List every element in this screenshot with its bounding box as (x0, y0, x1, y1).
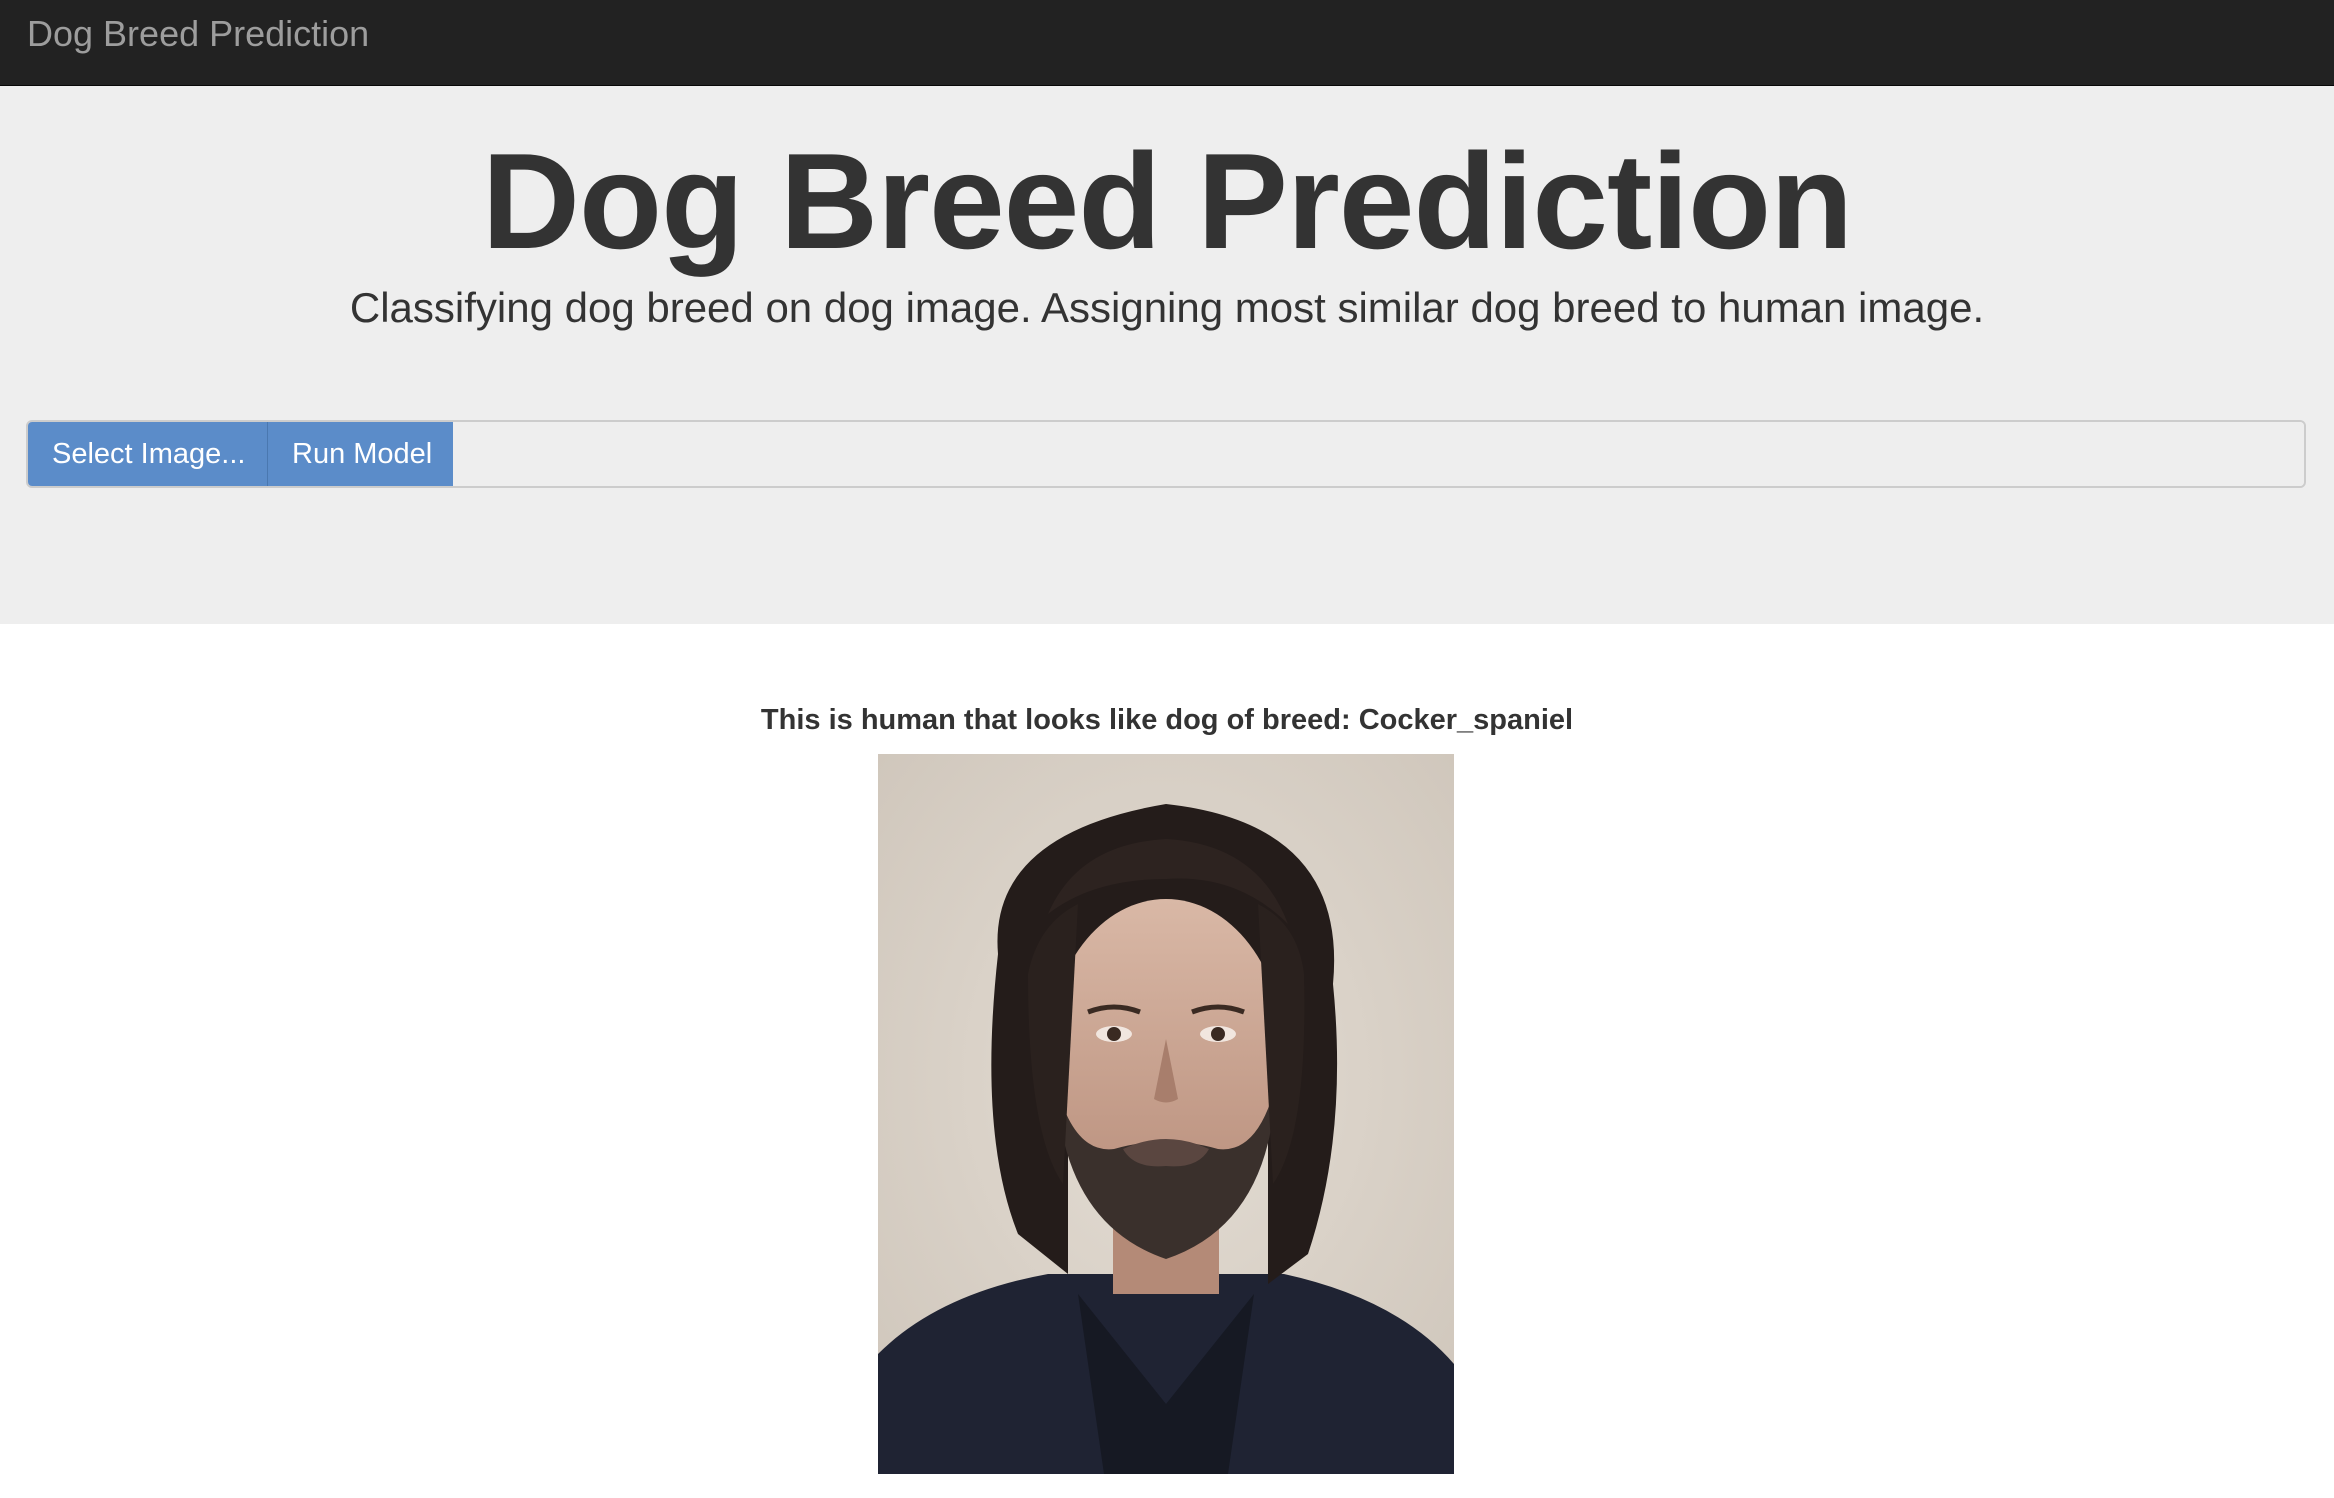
navbar-brand[interactable]: Dog Breed Prediction (27, 12, 369, 56)
run-model-button[interactable]: Run Model (268, 422, 453, 486)
jumbotron: Dog Breed Prediction Classifying dog bre… (0, 86, 2334, 624)
prediction-result-text: This is human that looks like dog of bre… (760, 704, 1574, 736)
selected-file-field[interactable] (453, 422, 2304, 486)
uploaded-photo (878, 754, 1454, 1474)
page-subtitle: Classifying dog breed on dog image. Assi… (349, 284, 1985, 331)
page-title: Dog Breed Prediction (481, 125, 1853, 277)
select-image-button[interactable]: Select Image... (28, 422, 268, 486)
upload-input-group: Select Image... Run Model (26, 420, 2306, 488)
navbar: Dog Breed Prediction (0, 0, 2334, 86)
